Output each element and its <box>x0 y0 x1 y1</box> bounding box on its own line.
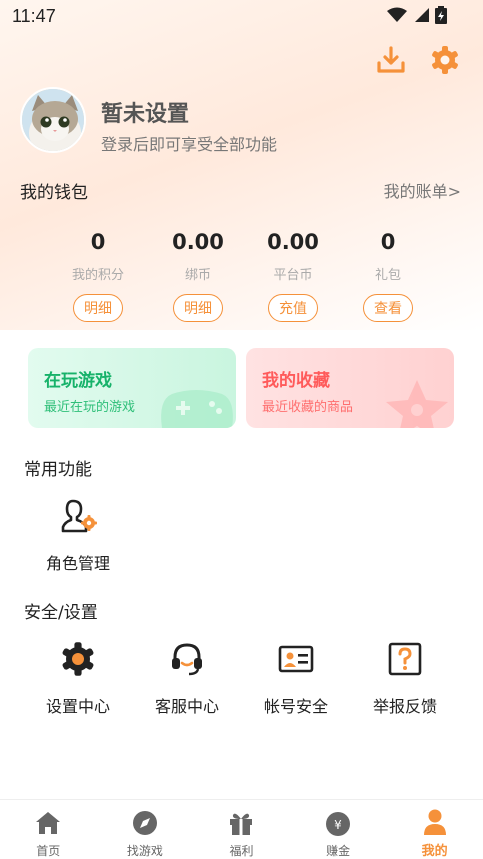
func-label: 帐号安全 <box>263 697 328 716</box>
nav-label: 找游戏 <box>126 844 163 858</box>
wallet-bound-coin: 0.00 绑币 明细 <box>143 230 253 322</box>
svg-text:¥: ¥ <box>334 818 342 832</box>
settings-center-item[interactable]: 设置中心 <box>24 639 132 717</box>
nav-mine[interactable]: 我的 <box>386 800 483 859</box>
money-bag-icon: ¥ <box>323 808 353 838</box>
security-settings-title: 安全/设置 <box>24 603 98 623</box>
func-label: 客服中心 <box>154 697 219 716</box>
common-functions-title: 常用功能 <box>24 460 92 480</box>
wallet-title: 我的钱包 <box>20 183 88 203</box>
gamepad-icon <box>161 390 233 428</box>
nav-label: 福利 <box>229 844 254 858</box>
id-card-icon <box>276 639 316 679</box>
headset-icon <box>167 639 207 679</box>
download-button[interactable] <box>375 44 407 76</box>
card-title: 我的收藏 <box>262 371 330 391</box>
nav-welfare[interactable]: 福利 <box>193 800 290 859</box>
wallet-gift: 0 礼包 查看 <box>333 230 443 322</box>
func-label: 设置中心 <box>45 697 110 716</box>
bound-coin-detail-button[interactable]: 明细 <box>173 294 223 322</box>
points-detail-button[interactable]: 明细 <box>73 294 123 322</box>
header-actions <box>375 44 461 76</box>
my-favorites-card[interactable]: 我的收藏 最近收藏的商品 <box>246 348 454 428</box>
battery-icon <box>435 6 447 28</box>
nav-label: 首页 <box>36 844 61 858</box>
question-icon <box>385 639 425 679</box>
download-icon <box>377 46 405 73</box>
account-security-item[interactable]: 帐号安全 <box>242 639 350 717</box>
status-time: 11:47 <box>12 6 56 26</box>
card-subtitle: 最近在玩的游戏 <box>44 400 136 415</box>
wallet-label: 礼包 <box>374 268 401 283</box>
nav-find-games[interactable]: 找游戏 <box>97 800 194 859</box>
wallet-label: 我的积分 <box>71 268 124 283</box>
signal-icon <box>413 7 429 27</box>
func-label: 角色管理 <box>45 554 110 573</box>
nav-home[interactable]: 首页 <box>0 800 97 859</box>
bottom-nav: 首页 找游戏 福利 ¥ 赚金 我的 <box>0 799 483 859</box>
wallet-value: 0.00 <box>172 230 224 254</box>
wallet-label: 绑币 <box>184 268 211 283</box>
nav-label: 赚金 <box>326 844 351 858</box>
role-manage-icon <box>58 496 98 536</box>
home-icon <box>33 808 63 838</box>
recharge-button[interactable]: 充值 <box>268 294 318 322</box>
compass-icon <box>130 808 160 838</box>
nav-label: 我的 <box>421 844 448 859</box>
wallet-platform-coin: 0.00 平台币 充值 <box>238 230 348 322</box>
role-manage-item[interactable]: 角色管理 <box>24 496 132 574</box>
wallet-label: 平台币 <box>273 268 313 283</box>
gear-icon <box>58 639 98 679</box>
card-title: 在玩游戏 <box>44 371 112 391</box>
user-icon <box>420 808 450 836</box>
wallet-points: 0 我的积分 明细 <box>43 230 153 322</box>
gift-icon <box>226 808 256 838</box>
profile-name[interactable]: 暂未设置 <box>101 96 189 128</box>
profile-subtitle: 登录后即可享受全部功能 <box>101 135 278 154</box>
card-subtitle: 最近收藏的商品 <box>262 400 354 415</box>
star-icon <box>386 380 448 428</box>
playing-games-card[interactable]: 在玩游戏 最近在玩的游戏 <box>28 348 236 428</box>
wallet-value: 0.00 <box>267 230 319 254</box>
wifi-icon <box>387 7 407 27</box>
wallet-value: 0 <box>90 230 106 254</box>
func-label: 举报反馈 <box>372 697 437 716</box>
report-feedback-item[interactable]: 举报反馈 <box>351 639 459 717</box>
gift-view-button[interactable]: 查看 <box>363 294 413 322</box>
customer-service-item[interactable]: 客服中心 <box>133 639 241 717</box>
nav-earn-gold[interactable]: ¥ 赚金 <box>290 800 387 859</box>
wallet-bill-link[interactable]: 我的账单> <box>384 178 461 202</box>
status-icons <box>387 6 447 28</box>
gear-icon <box>432 46 458 74</box>
settings-button[interactable] <box>429 44 461 76</box>
wallet-value: 0 <box>380 230 396 254</box>
avatar[interactable] <box>20 87 86 153</box>
